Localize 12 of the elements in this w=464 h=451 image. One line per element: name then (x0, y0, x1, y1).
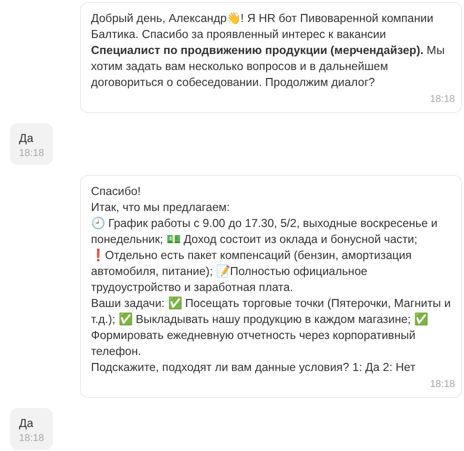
message-text: Спасибо! (91, 184, 142, 200)
message-time: 18:18 (19, 432, 44, 446)
message-text: Да (19, 131, 34, 147)
message-text: Ваши задачи: ✅ Посещать торговые точки (Пятерочки, Магниты и т.д.); ✅ Выкладывать нашу продукцию в каждом магазине; ✅ Формировать ежедневную отчетность через корпоративный телефон. (91, 296, 452, 360)
message-text: 🕘 График работы с 9.00 до 17.30, 5/2, выходные воскресенье и понедельник; 💵 Доход состоит из оклада и бонусной части; ❗Отдельно есть пакет компенсаций (бензин, амортизация автомобиля, питание); 📝Полностью официальное трудоустройство и заработная плата. (91, 216, 438, 296)
message-time: 18:18 (430, 378, 455, 392)
message-time: 18:18 (430, 93, 455, 107)
message-time: 18:18 (19, 147, 44, 161)
message-text: Подскажите, подходят ли вам данные условия? 1: Да 2: Нет (91, 360, 416, 376)
message-text: Итак, что мы предлагаем: (91, 200, 231, 216)
message-text: Да (19, 416, 34, 432)
message-text: Добрый день, Александр👋! Я HR бот Пивоваренной компании Балтика. Спасибо за проявленный интерес к вакансии Специалист по продвижению продукции (мерчендайзер). Мы хотим задать вам несколько вопросов и в дальнейшем договориться о собеседовании. Продолжим диалог? (91, 11, 446, 91)
